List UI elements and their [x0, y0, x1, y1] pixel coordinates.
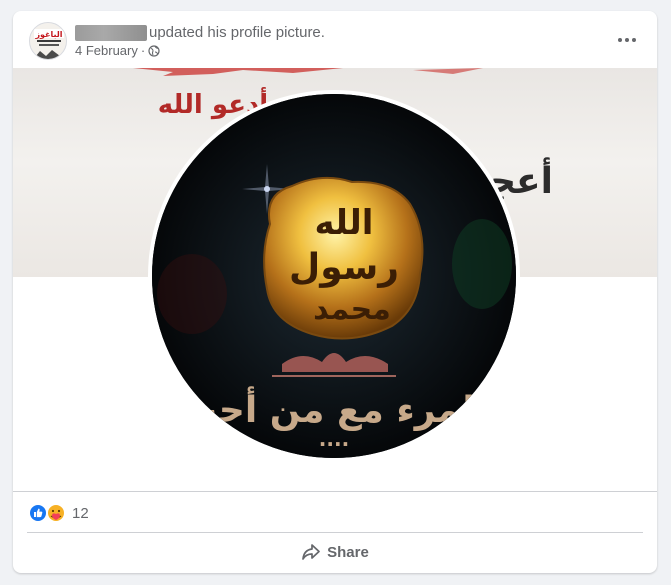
profile-picture-image: الله رسول محمد المرء مع من أحب .... [152, 94, 516, 458]
avatar-logo-image: الباغوز [30, 23, 66, 59]
share-arrow-icon [302, 544, 320, 560]
share-button[interactable]: Share [27, 536, 643, 568]
profile-caption: المرء مع من أحب [181, 386, 487, 431]
post-meta: 4 February · [75, 43, 160, 58]
profile-caption-dots: .... [319, 427, 349, 451]
reaction-icons[interactable] [28, 503, 68, 523]
reaction-count[interactable]: 12 [72, 505, 89, 522]
like-icon [29, 504, 47, 522]
author-name-redacted[interactable] [75, 25, 147, 41]
avatar-logo-text: الباغوز [34, 30, 62, 39]
meta-separator: · [140, 43, 146, 58]
reactions-summary: 12 [13, 491, 657, 533]
globe-icon[interactable] [148, 45, 160, 57]
profile-picture[interactable]: الله رسول محمد المرء مع من أحب .... [148, 90, 520, 462]
share-label: Share [327, 543, 369, 561]
svg-text:الله: الله [315, 203, 374, 243]
post-action-text: updated his profile picture. [149, 24, 325, 41]
post-header: الباغوز updated his profile picture. 4 F… [13, 11, 657, 68]
more-horizontal-icon [618, 38, 636, 42]
care-icon [47, 504, 65, 522]
actions-divider [27, 532, 643, 533]
author-avatar[interactable]: الباغوز [29, 22, 67, 60]
post-date[interactable]: 4 February [75, 43, 138, 58]
svg-text:محمد: محمد [313, 292, 391, 327]
medallion-artwork: الله رسول محمد المرء مع من أحب .... [152, 94, 516, 458]
post-card: الباغوز updated his profile picture. 4 F… [13, 11, 657, 573]
post-options-button[interactable] [615, 28, 639, 52]
svg-text:رسول: رسول [289, 247, 399, 288]
